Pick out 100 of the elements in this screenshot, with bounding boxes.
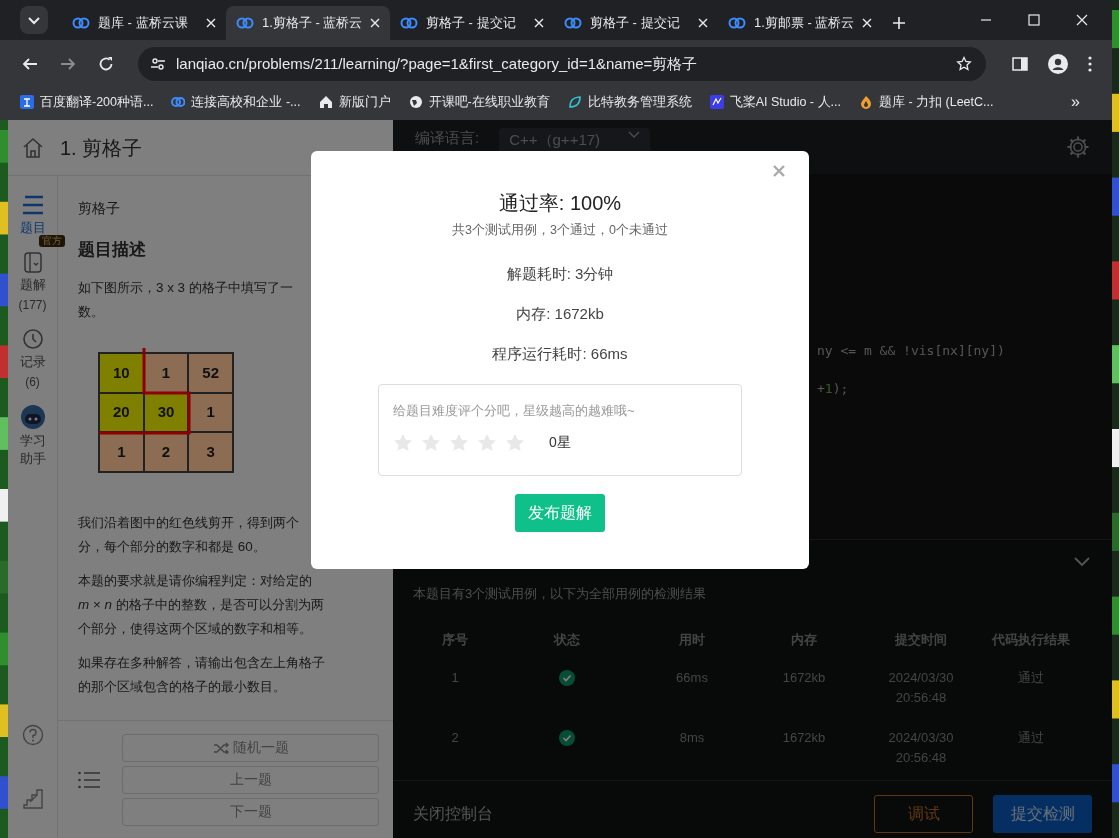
- tab-title: 1.剪邮票 - 蓝桥云: [754, 14, 854, 33]
- grid-cell: 20: [99, 392, 144, 433]
- column-header: 提交时间: [894, 630, 948, 649]
- paragraph-line: 本题的要求就是请你编程判定：对给定的: [78, 572, 313, 590]
- url-text: lanqiao.cn/problems/211/learning/?page=1&first_category_id=1&name=剪格子: [176, 53, 699, 74]
- double-ring-icon: [72, 17, 90, 29]
- table-cell-text: 1: [450, 668, 460, 687]
- grid-cell: 52: [188, 353, 233, 393]
- forward-icon[interactable]: [60, 56, 76, 72]
- test-summary: 共3个测试用例，3个通过，0个未通过: [452, 222, 668, 239]
- table-cell-text: 20:56:48: [895, 748, 947, 767]
- new-tab-icon[interactable]: [892, 16, 906, 30]
- count-text: (6): [25, 374, 40, 391]
- maximize-icon[interactable]: [1028, 14, 1040, 26]
- table-cell-text: 20:56:48: [895, 688, 947, 707]
- list-icon: [20, 194, 45, 216]
- leaf-icon: [567, 95, 582, 109]
- bookmark-link[interactable]: 比特教务管理系统: [587, 92, 692, 112]
- browser-tab[interactable]: 题库 - 蓝桥云课: [62, 6, 226, 40]
- column-header: 用时: [678, 630, 706, 649]
- code-line: ny <= m && !vis[nx][ny]): [817, 342, 1006, 360]
- table-cell-text: 2: [450, 728, 460, 747]
- bookmark-link[interactable]: 连接高校和企业 -...: [191, 92, 301, 112]
- browser-tab[interactable]: 1.剪邮票 - 蓝桥云: [718, 6, 882, 40]
- column-header: 代码执行结果: [990, 630, 1071, 649]
- tab-label: 学习助手: [18, 432, 47, 468]
- browser-tab[interactable]: 剪格子 - 提交记: [554, 6, 718, 40]
- back-icon[interactable]: [22, 56, 38, 72]
- paragraph-line: 如果存在多种解答，请输出包含左上角格子: [78, 654, 326, 672]
- sidebar-tab[interactable]: 记录 (6): [8, 328, 57, 391]
- paragraph-line: m × n 的格子中的整数，是否可以分割为两: [78, 596, 325, 614]
- stat-text: 程序运行耗时: 66ms: [492, 343, 628, 364]
- table-cell-text: 8ms: [678, 728, 706, 747]
- bookmark-link[interactable]: 新版门户: [338, 92, 391, 112]
- sidebar-tab[interactable]: 学习助手: [8, 405, 57, 468]
- reload-icon[interactable]: [98, 56, 114, 72]
- table-cell-text: 通过: [1017, 728, 1045, 747]
- paragraph-line: 数。: [78, 303, 105, 321]
- translate-icon: [20, 95, 34, 109]
- table-cell-text: 2024/03/30: [888, 728, 954, 747]
- site-settings-icon[interactable]: [150, 56, 166, 72]
- paragraph-line: 个部分，使得这两个区域的数字和相等。: [78, 620, 313, 638]
- double-ring-icon: [171, 95, 186, 109]
- column-header: 状态: [552, 630, 581, 649]
- browser-tab[interactable]: 1.剪格子 - 蓝桥云: [226, 6, 390, 40]
- section-heading: 题目描述: [78, 239, 147, 261]
- paragraph-line: 分，每个部分的数字和都是 60。: [78, 538, 267, 556]
- browser-tab[interactable]: 剪格子 - 提交记: [390, 6, 554, 40]
- tab-title: 剪格子 - 提交记: [590, 14, 681, 33]
- flame-icon: [858, 95, 873, 109]
- stat-text: 内存: 1672kb: [516, 303, 604, 324]
- breadcrumb-text: 剪格子: [78, 199, 121, 218]
- grid-cell: 1: [99, 432, 144, 472]
- stat-text: 解题耗时: 3分钟: [506, 263, 614, 284]
- home-icon[interactable]: [22, 136, 44, 159]
- count-text: (177): [18, 297, 47, 314]
- tab-title: 1.剪格子 - 蓝桥云: [262, 14, 362, 33]
- column-header: 序号: [441, 630, 469, 649]
- menu-icon[interactable]: [1088, 56, 1092, 72]
- pass-rate-title: 通过率: 100%: [498, 191, 622, 216]
- history-icon: [21, 328, 44, 350]
- bookmark-link[interactable]: 百度翻译-200种语...: [40, 92, 154, 112]
- globe-icon: [408, 95, 423, 109]
- side-panel-icon[interactable]: [1012, 56, 1028, 72]
- star-icon[interactable]: [956, 56, 972, 72]
- home-icon: [318, 95, 333, 109]
- table-cell-text: 2024/03/30: [888, 668, 954, 687]
- more-bookmarks-button[interactable]: »: [1071, 90, 1080, 114]
- help-icon[interactable]: [21, 724, 44, 746]
- table-cell-text: 1672kb: [781, 668, 827, 687]
- chevron-down-icon: [628, 131, 641, 139]
- tab-label: 记录: [18, 353, 47, 371]
- bookmark-link[interactable]: 飞桨AI Studio - 人...: [729, 92, 841, 112]
- double-ring-icon: [728, 17, 746, 29]
- shuffle-icon: [212, 741, 229, 754]
- document-icon: [22, 251, 43, 273]
- bookmark-link[interactable]: 题库 - 力扣 (LeetC...: [878, 92, 994, 112]
- double-ring-icon: [564, 17, 582, 29]
- paragraph-line: 的那个区域包含的格子的最小数目。: [78, 678, 287, 696]
- tab-label: 题解: [18, 276, 47, 294]
- grid-cell: 1: [143, 353, 189, 393]
- tab-title: 题库 - 蓝桥云课: [98, 14, 189, 33]
- paragraph-line: 我们沿着图中的红色线剪开，得到两个: [78, 514, 300, 532]
- paddle-icon: [709, 95, 724, 109]
- table-cell-text: 通过: [1017, 668, 1045, 687]
- profile-icon[interactable]: [1048, 54, 1068, 74]
- table-cell-text: 66ms: [675, 668, 709, 687]
- grid-cell: 3: [188, 432, 233, 472]
- tab-search-button[interactable]: [20, 6, 48, 34]
- column-header: 内存: [790, 630, 818, 649]
- table-cell-text: 1672kb: [781, 728, 827, 747]
- official-badge: 官方: [38, 235, 65, 247]
- chevron-down-icon[interactable]: [1074, 557, 1090, 567]
- bookmark-link[interactable]: 开课吧-在线职业教育: [428, 92, 550, 112]
- robot-avatar-icon: [20, 405, 45, 429]
- code-line: +1);: [817, 380, 850, 398]
- problem-title: 1. 剪格子: [60, 135, 143, 161]
- rating-prompt: 给题目难度评个分吧，星级越高的越难哦~: [393, 401, 636, 420]
- address-bar[interactable]: lanqiao.cn/problems/211/learning/?page=1&first_category_id=1&name=剪格子: [138, 47, 986, 81]
- tab-label: 题目: [18, 219, 47, 235]
